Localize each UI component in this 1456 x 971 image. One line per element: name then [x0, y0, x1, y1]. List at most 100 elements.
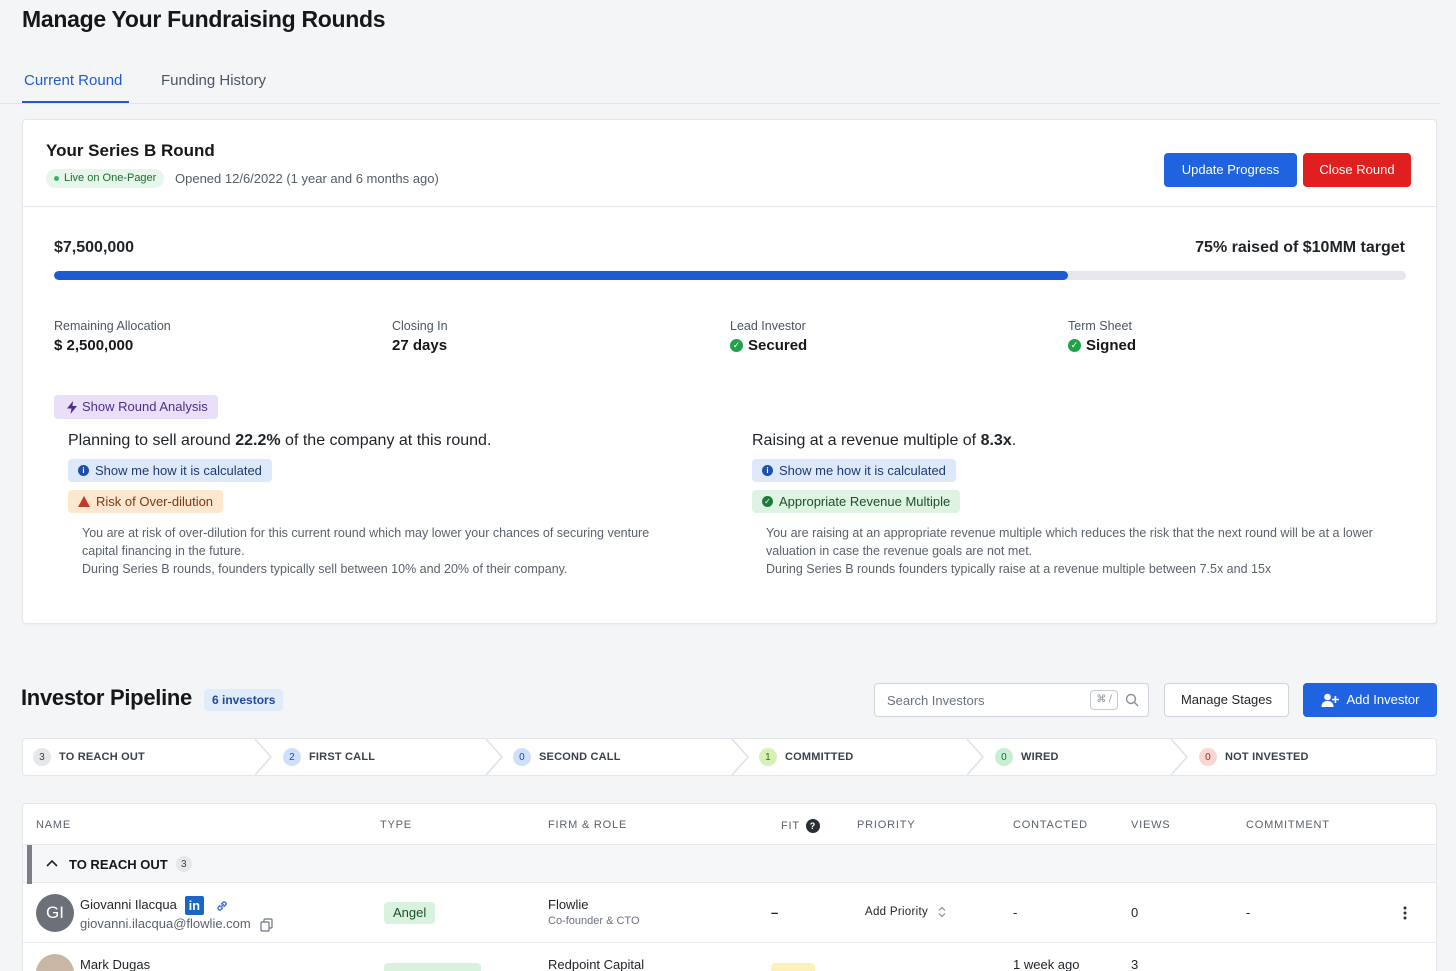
stat-closing-in: Closing In 27 days: [392, 319, 448, 354]
stage-count: 0: [995, 748, 1013, 766]
stage-count: 0: [513, 748, 531, 766]
more-options-icon[interactable]: [1403, 905, 1407, 921]
live-badge-label: Live on One-Pager: [64, 172, 157, 184]
dilution-calculation-link[interactable]: i Show me how it is calculated: [68, 459, 272, 482]
stat-value: $ 2,500,000: [54, 337, 134, 354]
stat-value: ✓ Secured: [730, 337, 807, 354]
firm-role: Co-founder & CTO: [548, 915, 640, 927]
group-header-to-reach-out[interactable]: TO REACH OUT 3: [23, 844, 1436, 884]
warning-icon: [78, 496, 90, 507]
analysis-button-label: Show Round Analysis: [82, 399, 208, 414]
column-header-type[interactable]: TYPE: [380, 819, 412, 831]
stat-label: Remaining Allocation: [54, 319, 171, 333]
progress-fill: [54, 271, 1068, 280]
revenue-multiple-status-badge: ✓ Appropriate Revenue Multiple: [752, 490, 961, 513]
check-circle-icon: ✓: [762, 496, 773, 507]
chevron-right-icon: [254, 739, 273, 775]
round-title: Your Series B Round: [46, 141, 215, 160]
check-circle-icon: ✓: [1068, 339, 1081, 352]
amount-raised: $7,500,000: [54, 239, 135, 256]
firm-name: Redpoint Capital: [548, 957, 645, 971]
live-status-badge: Live on One-Pager: [46, 169, 165, 188]
update-progress-button[interactable]: Update Progress: [1164, 153, 1297, 187]
card-divider: [23, 206, 1436, 207]
investor-type-badge: Angel: [384, 902, 436, 924]
over-dilution-risk-badge: Risk of Over-dilution: [68, 490, 224, 513]
column-header-fit[interactable]: FIT?: [781, 819, 820, 833]
views-value: 3: [1131, 957, 1139, 971]
stat-term-sheet: Term Sheet ✓ Signed: [1068, 319, 1136, 354]
column-header-priority[interactable]: PRIORITY: [857, 819, 915, 831]
investor-name-cell: Giovanni Ilacqua in giovanni.ilacqua@flow…: [80, 896, 273, 932]
round-card: Your Series B Round Live on One-Pager Op…: [22, 119, 1437, 624]
stage-to-reach-out[interactable]: 3 TO REACH OUT: [33, 739, 145, 775]
stat-label: Closing In: [392, 319, 448, 333]
table-row[interactable]: GI Giovanni Ilacqua in giovanni.ilacqua@f…: [23, 883, 1436, 943]
chevron-right-icon: [1170, 739, 1189, 775]
keyboard-shortcut-hint: ⌘ /: [1090, 690, 1118, 710]
avatar: [36, 954, 74, 971]
group-indicator: [27, 845, 32, 884]
revenue-explanation: You are raising at an appropriate revenu…: [766, 526, 1373, 576]
chevron-right-icon: [485, 739, 504, 775]
search-placeholder: Search Investors: [887, 693, 985, 708]
group-label: TO REACH OUT 3: [69, 856, 192, 872]
manage-stages-button[interactable]: Manage Stages: [1164, 683, 1289, 717]
search-investors-input[interactable]: Search Investors ⌘ /: [874, 683, 1149, 717]
investor-type-badge: [384, 963, 481, 971]
show-round-analysis-button[interactable]: Show Round Analysis: [54, 395, 218, 419]
add-investor-button[interactable]: Add Investor: [1303, 683, 1437, 717]
column-header-firm-role[interactable]: FIRM & ROLE: [548, 819, 627, 831]
stage-second-call[interactable]: 0 SECOND CALL: [513, 739, 621, 775]
copy-icon[interactable]: [260, 917, 273, 932]
investor-table: NAME TYPE FIRM & ROLE FIT? PRIORITY CONT…: [22, 803, 1437, 971]
stage-not-invested[interactable]: 0 NOT INVESTED: [1199, 739, 1309, 775]
stat-label: Term Sheet: [1068, 319, 1132, 333]
link-icon[interactable]: [215, 899, 229, 913]
column-header-commitment[interactable]: COMMITMENT: [1246, 819, 1330, 831]
opened-date: Opened 12/6/2022 (1 year and 6 months ag…: [175, 171, 439, 186]
active-tab-indicator: [22, 101, 129, 103]
revenue-calculation-link[interactable]: i Show me how it is calculated: [752, 459, 956, 482]
stage-count: 2: [283, 748, 301, 766]
commitment-value: -: [1246, 905, 1251, 920]
stage-count: 3: [33, 748, 51, 766]
lightning-icon: [67, 400, 77, 414]
group-count: 3: [175, 856, 192, 872]
stage-count: 1: [759, 748, 777, 766]
investor-email: giovanni.ilacqua@flowlie.com: [80, 916, 251, 931]
search-icon: [1125, 693, 1139, 707]
chevron-up-icon[interactable]: [46, 859, 58, 867]
linkedin-icon[interactable]: in: [184, 896, 204, 915]
avatar: GI: [36, 894, 74, 932]
help-icon[interactable]: ?: [805, 819, 820, 833]
stage-wired[interactable]: 0 WIRED: [995, 739, 1059, 775]
investor-count-badge: 6 investors: [204, 689, 284, 711]
investor-name[interactable]: Giovanni Ilacqua: [80, 897, 177, 912]
stat-label: Lead Investor: [730, 319, 806, 333]
dilution-heading: Planning to sell around 22.2% of the com…: [68, 432, 492, 449]
column-header-name[interactable]: NAME: [36, 819, 71, 831]
investor-email-row: giovanni.ilacqua@flowlie.com: [80, 916, 273, 932]
stage-committed[interactable]: 1 COMMITTED: [759, 739, 853, 775]
firm-name: Flowlie: [548, 897, 589, 912]
add-priority-select[interactable]: Add Priority: [865, 906, 946, 918]
close-round-button[interactable]: Close Round: [1303, 153, 1411, 187]
investor-name[interactable]: Mark Dugas: [80, 957, 150, 971]
contacted-value: 1 week ago: [1013, 957, 1080, 971]
table-row[interactable]: Mark Dugas Redpoint Capital 1 week ago 3: [23, 943, 1436, 971]
chevron-right-icon: [731, 739, 750, 775]
stage-first-call[interactable]: 2 FIRST CALL: [283, 739, 375, 775]
info-icon: i: [78, 465, 89, 476]
tab-current-round[interactable]: Current Round: [24, 72, 122, 89]
stat-lead-investor: Lead Investor ✓ Secured: [730, 319, 807, 354]
sort-chevrons-icon: [938, 906, 945, 918]
tab-funding-history[interactable]: Funding History: [161, 72, 266, 89]
fit-badge: [771, 963, 815, 971]
column-header-contacted[interactable]: CONTACTED: [1013, 819, 1088, 831]
stat-remaining-allocation: Remaining Allocation $ 2,500,000: [54, 319, 171, 354]
stat-value: ✓ Signed: [1068, 337, 1136, 354]
chevron-right-icon: [966, 739, 985, 775]
column-header-views[interactable]: VIEWS: [1131, 819, 1170, 831]
target-summary: 75% raised of $10MM target: [1195, 239, 1405, 256]
